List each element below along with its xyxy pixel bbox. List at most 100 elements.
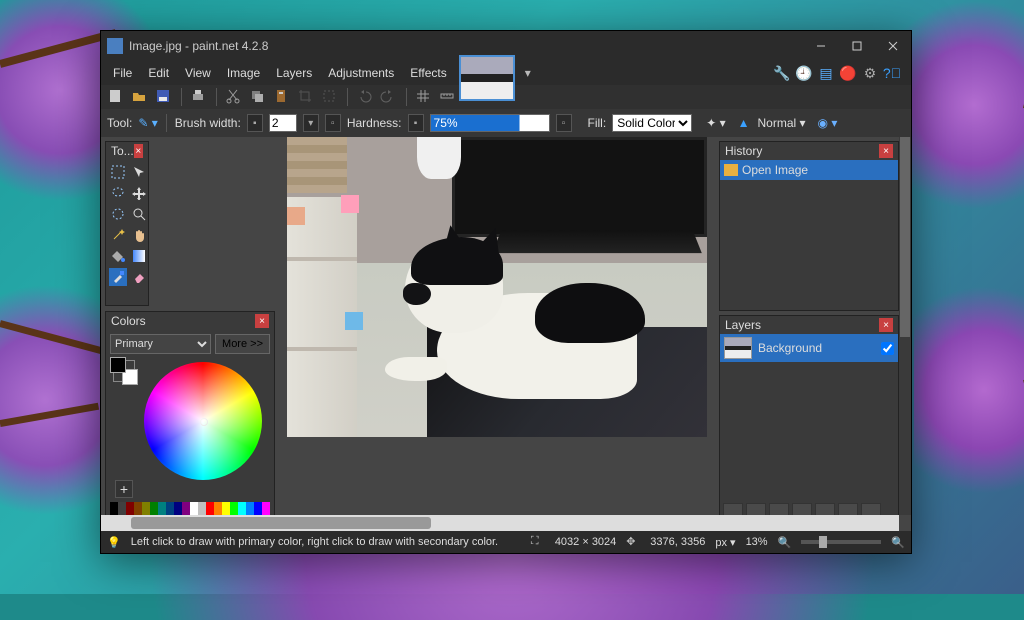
colors-panel: Colors × Primary More >> +	[105, 311, 275, 531]
brush-width-input[interactable]	[269, 114, 297, 132]
brush-width-dropdown[interactable]: ▾	[303, 114, 319, 132]
history-item[interactable]: Open Image	[720, 160, 898, 180]
redo-icon[interactable]	[380, 88, 398, 106]
horizontal-scrollbar[interactable]	[101, 515, 899, 531]
tool-label: Tool:	[107, 116, 132, 130]
image-content	[287, 137, 707, 437]
hint-icon: 💡	[107, 536, 121, 549]
help-icon[interactable]: ?⃝	[883, 64, 901, 82]
layers-panel-title: Layers	[725, 318, 761, 332]
tool-options-bar: Tool: ✎ ▾ Brush width: ▪ ▾ ▫ Hardness: ▪…	[101, 109, 911, 137]
status-unit[interactable]: px ▾	[715, 536, 735, 549]
thumbnail-overflow-icon[interactable]: ▾	[525, 66, 531, 80]
menu-edit[interactable]: Edit	[140, 64, 177, 82]
tool-picker[interactable]: ✎ ▾	[138, 116, 157, 130]
history-panel-icon[interactable]: 🕘	[795, 64, 813, 82]
colors-panel-title: Colors	[111, 314, 146, 328]
primary-secondary-swatch[interactable]	[113, 360, 135, 382]
gradient-tool[interactable]	[130, 247, 148, 265]
layers-panel-close[interactable]: ×	[879, 318, 893, 332]
zoom-slider[interactable]	[801, 540, 881, 544]
app-window: Image.jpg - paint.net 4.2.8 File Edit Vi…	[100, 30, 912, 554]
undo-icon[interactable]	[356, 88, 374, 106]
overwrite-icon[interactable]: ◉ ▾	[818, 116, 838, 130]
paint-bucket-tool[interactable]	[109, 247, 127, 265]
app-icon	[107, 38, 123, 54]
menu-effects[interactable]: Effects	[402, 64, 454, 82]
colors-more-button[interactable]: More >>	[215, 334, 270, 354]
status-hint: Left click to draw with primary color, r…	[131, 536, 498, 548]
canvas[interactable]	[287, 137, 707, 437]
history-panel: History × Open Image	[719, 141, 899, 311]
hardness-increase[interactable]: ▫	[556, 114, 572, 132]
lasso-tool[interactable]	[109, 184, 127, 202]
folder-icon	[724, 164, 738, 176]
copy-icon[interactable]	[249, 88, 267, 106]
brush-width-decrease[interactable]: ▪	[247, 114, 263, 132]
magic-wand-tool[interactable]	[109, 226, 127, 244]
workspace: To...× Colors × Primary More >>	[101, 137, 911, 531]
status-dimensions: 4032 × 3024	[555, 536, 616, 548]
menu-adjustments[interactable]: Adjustments	[320, 64, 402, 82]
settings-icon[interactable]: ⚙	[861, 64, 879, 82]
palette-strip[interactable]	[110, 502, 270, 516]
cursor-icon: ✥	[626, 535, 640, 549]
dimensions-icon: ⛶	[531, 535, 545, 549]
layers-panel: Layers × Background	[719, 315, 899, 525]
menu-view[interactable]: View	[177, 64, 219, 82]
menu-image[interactable]: Image	[219, 64, 268, 82]
hardness-label: Hardness:	[347, 116, 402, 130]
window-title: Image.jpg - paint.net 4.2.8	[129, 39, 268, 53]
history-item-label: Open Image	[742, 163, 808, 177]
grid-icon[interactable]	[415, 88, 433, 106]
vertical-scrollbar[interactable]	[899, 137, 911, 515]
maximize-button[interactable]	[839, 31, 875, 61]
zoom-tool[interactable]	[130, 205, 148, 223]
minimize-button[interactable]	[803, 31, 839, 61]
cut-icon[interactable]	[225, 88, 243, 106]
tools-panel-icon[interactable]: 🔧	[773, 64, 791, 82]
crop-icon[interactable]	[297, 88, 315, 106]
open-icon[interactable]	[131, 88, 149, 106]
menu-layers[interactable]: Layers	[268, 64, 320, 82]
antialias-icon[interactable]: ✦ ▾	[706, 116, 725, 130]
blend-mode-select[interactable]: Normal ▾	[758, 116, 806, 130]
tools-panel: To...×	[105, 141, 149, 306]
eraser-tool[interactable]	[130, 268, 148, 286]
fill-select[interactable]: Solid Color	[612, 114, 692, 132]
close-button[interactable]	[875, 31, 911, 61]
layers-panel-icon[interactable]: ▤	[817, 64, 835, 82]
tools-panel-close[interactable]: ×	[134, 144, 143, 158]
print-icon[interactable]	[190, 88, 208, 106]
color-wheel[interactable]	[144, 362, 262, 480]
zoom-in-icon[interactable]: 🔍	[891, 536, 905, 549]
colors-panel-close[interactable]: ×	[255, 314, 269, 328]
history-panel-close[interactable]: ×	[879, 144, 893, 158]
paintbrush-tool[interactable]	[109, 268, 127, 286]
ruler-icon[interactable]	[439, 88, 457, 106]
layer-visibility-checkbox[interactable]	[881, 342, 894, 355]
colors-panel-icon[interactable]: 🔴	[839, 64, 857, 82]
move-pixels-tool[interactable]	[130, 184, 148, 202]
paste-icon[interactable]	[273, 88, 291, 106]
status-zoom[interactable]: 13%	[746, 536, 768, 548]
hardness-slider[interactable]: 75%	[430, 114, 550, 132]
history-panel-title: History	[725, 144, 762, 158]
layer-row[interactable]: Background	[720, 334, 898, 362]
move-selection-tool[interactable]	[130, 163, 148, 181]
hardness-decrease[interactable]: ▪	[408, 114, 424, 132]
color-mode-select[interactable]: Primary	[110, 334, 211, 354]
ellipse-select-tool[interactable]	[109, 205, 127, 223]
menu-file[interactable]: File	[105, 64, 140, 82]
brush-width-increase[interactable]: ▫	[325, 114, 341, 132]
fill-label: Fill:	[588, 116, 607, 130]
document-thumbnail[interactable]	[459, 55, 515, 101]
pan-tool[interactable]	[130, 226, 148, 244]
zoom-out-icon[interactable]: 🔍	[778, 536, 792, 549]
add-color-button[interactable]: +	[115, 480, 133, 498]
new-icon[interactable]	[107, 88, 125, 106]
rect-select-tool[interactable]	[109, 163, 127, 181]
deselect-icon[interactable]	[321, 88, 339, 106]
save-icon[interactable]	[155, 88, 173, 106]
blend-icon[interactable]: ▲	[738, 116, 750, 130]
